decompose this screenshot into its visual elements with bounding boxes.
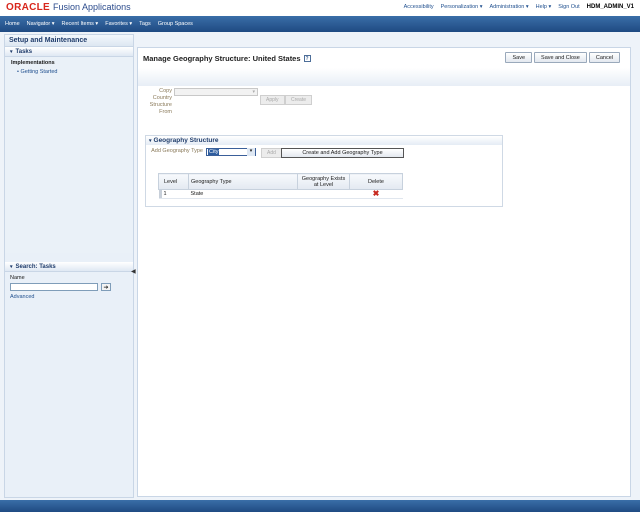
accessibility-link[interactable]: Accessibility bbox=[404, 4, 434, 10]
save-button[interactable]: Save bbox=[505, 52, 533, 63]
tasks-header-label: Tasks bbox=[15, 48, 33, 55]
chevron-down-icon[interactable]: ▾ bbox=[149, 138, 152, 144]
geography-structure-section: ▾ Geography Structure Add Geography Type… bbox=[145, 135, 503, 207]
brand-oracle: ORACLE bbox=[6, 2, 51, 13]
delete-row-button[interactable]: ✖ bbox=[349, 189, 403, 199]
getting-started-link[interactable]: • Getting Started bbox=[17, 69, 127, 75]
getting-started-label: Getting Started bbox=[20, 69, 58, 75]
nav-favorites[interactable]: Favorites ▾ bbox=[105, 21, 132, 27]
tasks-panel: Implementations • Getting Started bbox=[5, 57, 133, 253]
personalization-menu[interactable]: Personalization ▾ bbox=[441, 4, 483, 10]
administration-menu[interactable]: Administration ▾ bbox=[490, 4, 529, 10]
brand-product: Fusion Applications bbox=[53, 2, 131, 12]
chevron-down-icon[interactable]: ▾ bbox=[10, 264, 13, 270]
help-menu[interactable]: Help ▾ bbox=[536, 4, 552, 10]
name-label: Name bbox=[10, 275, 25, 281]
oracle-logo: ORACLE Fusion Applications bbox=[6, 2, 131, 13]
nav-recent-items[interactable]: Recent Items ▾ bbox=[62, 21, 99, 27]
create-button[interactable]: Create bbox=[285, 95, 313, 105]
user-name: HDM_ADMIN_V1 bbox=[586, 4, 634, 10]
advanced-link[interactable]: Advanced bbox=[10, 294, 128, 300]
col-level[interactable]: Level bbox=[158, 173, 189, 190]
add-geography-type-label: Add Geography Type bbox=[151, 148, 203, 154]
nav-bar: Home Navigator ▾ Recent Items ▾ Favorite… bbox=[0, 16, 640, 32]
nav-home[interactable]: Home bbox=[5, 21, 20, 27]
search-tasks-label: Search: Tasks bbox=[15, 263, 56, 270]
geography-table: Level Geography Type Geography Exists at… bbox=[158, 173, 403, 199]
cancel-button[interactable]: Cancel bbox=[588, 52, 620, 63]
col-delete[interactable]: Delete bbox=[349, 173, 403, 190]
geography-structure-title: Geography Structure bbox=[153, 137, 219, 144]
main-panel: Manage Geography Structure: United State… bbox=[137, 47, 631, 497]
search-go-button[interactable]: ➔ bbox=[101, 283, 111, 291]
search-input[interactable] bbox=[10, 283, 98, 291]
nav-group-spaces[interactable]: Group Spaces bbox=[158, 21, 193, 27]
setup-title: Setup and Maintenance bbox=[5, 35, 133, 47]
chevron-down-icon[interactable]: ▾ bbox=[10, 49, 13, 55]
copy-country-select[interactable]: ▾ bbox=[174, 88, 258, 96]
cell-exists bbox=[297, 189, 350, 199]
page-buttons: Save Save and Close Cancel bbox=[505, 52, 620, 63]
help-icon[interactable]: ? bbox=[303, 55, 311, 62]
geography-structure-header[interactable]: ▾ Geography Structure bbox=[146, 136, 502, 145]
global-nav: Accessibility Personalization ▾ Administ… bbox=[404, 4, 634, 10]
sign-out-link[interactable]: Sign Out bbox=[558, 4, 579, 10]
save-and-close-button[interactable]: Save and Close bbox=[534, 52, 587, 63]
geography-type-select[interactable]: City ▾ bbox=[206, 148, 256, 156]
col-geography-type[interactable]: Geography Type bbox=[188, 173, 298, 190]
col-exists-at-level[interactable]: Geography Exists at Level bbox=[297, 173, 350, 190]
header-band bbox=[138, 68, 630, 86]
cell-geography-type: State bbox=[188, 189, 298, 199]
selected-type: City bbox=[208, 149, 220, 155]
create-and-add-geography-type-button[interactable]: Create and Add Geography Type bbox=[281, 148, 404, 158]
nav-navigator[interactable]: Navigator ▾ bbox=[27, 21, 55, 27]
implementations-label: Implementations bbox=[11, 60, 55, 66]
add-button[interactable]: Add bbox=[261, 148, 282, 158]
footer-bar bbox=[0, 500, 640, 512]
table-row[interactable]: 1 State ✖ bbox=[158, 189, 403, 199]
page-title: Manage Geography Structure: United State… bbox=[143, 54, 311, 63]
search-panel: Name ➔ Advanced bbox=[5, 273, 133, 302]
arrow-right-icon: ➔ bbox=[103, 284, 109, 291]
page-title-text: Manage Geography Structure: United State… bbox=[143, 54, 301, 63]
tasks-header[interactable]: ▾ Tasks bbox=[5, 47, 133, 57]
delete-x-icon[interactable]: ✖ bbox=[373, 189, 380, 198]
chevron-down-icon: ▾ bbox=[252, 89, 255, 95]
nav-tags[interactable]: Tags bbox=[139, 21, 151, 27]
chevron-down-icon: ▾ bbox=[247, 148, 255, 156]
global-header: ORACLE Fusion Applications Accessibility … bbox=[0, 0, 640, 16]
apply-button[interactable]: Apply bbox=[260, 95, 285, 105]
regional-area: Setup and Maintenance ▾ Tasks Implementa… bbox=[4, 34, 134, 498]
search-tasks-header[interactable]: ▾ Search: Tasks bbox=[5, 262, 133, 272]
copy-structure-label: Copy Country Structure From bbox=[149, 88, 172, 115]
cell-level: 1 bbox=[158, 189, 189, 199]
